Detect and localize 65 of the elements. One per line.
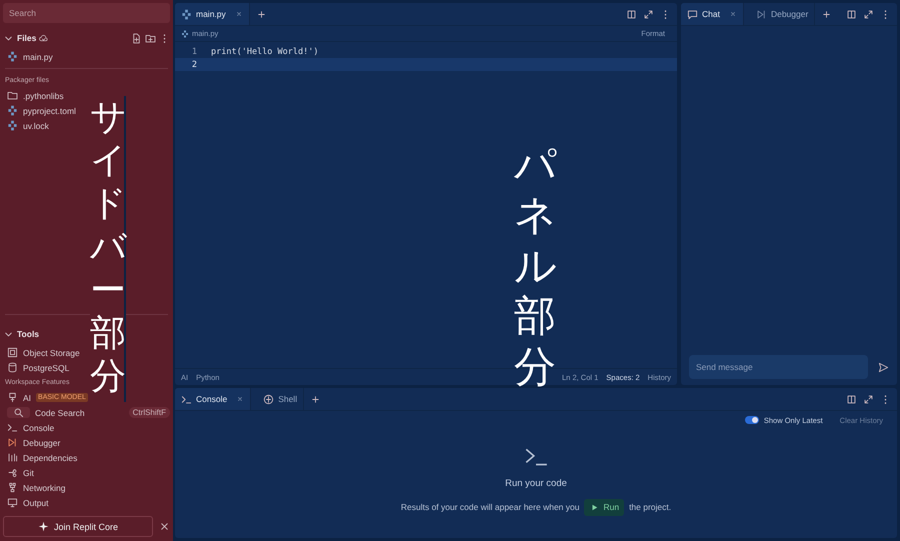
message-field[interactable]: Send message	[689, 355, 868, 379]
line-number: 1	[190, 46, 198, 56]
join-button[interactable]: Join Replit Core	[3, 516, 153, 537]
add-tab-icon[interactable]	[310, 394, 322, 404]
files-heading: Files	[17, 33, 36, 43]
expand-icon[interactable]	[863, 394, 874, 404]
network-icon	[7, 482, 18, 493]
empty-title: Run your code	[505, 478, 567, 488]
annotation-label: サイドバー部分	[90, 96, 126, 402]
shortcut-hint: CtrlShiftF	[128, 407, 170, 418]
folder-icon	[7, 90, 18, 101]
add-tab-icon[interactable]	[256, 8, 267, 20]
debug-icon	[7, 437, 18, 448]
python-file-icon	[7, 51, 18, 62]
python-file-icon	[7, 105, 18, 116]
split-icon[interactable]	[626, 8, 637, 20]
file-tab[interactable]: main.py	[175, 3, 250, 25]
close-icon[interactable]	[236, 395, 244, 403]
tool-item[interactable]: Console	[3, 420, 170, 435]
sparkle-icon	[38, 521, 49, 532]
add-tab-icon[interactable]	[821, 8, 832, 20]
bars-icon	[7, 452, 18, 463]
close-icon[interactable]	[728, 10, 737, 18]
panel-tab[interactable]: Console	[175, 388, 252, 410]
chat-icon	[687, 8, 698, 20]
expand-icon[interactable]	[863, 8, 874, 20]
new-file-icon[interactable]	[131, 32, 142, 44]
line-number: 2	[190, 60, 198, 70]
close-icon[interactable]	[159, 521, 170, 532]
tool-item[interactable]: Output	[3, 495, 170, 510]
tool-item[interactable]: Networking	[3, 480, 170, 495]
tool-item[interactable]: Debugger	[3, 435, 170, 450]
expand-icon[interactable]	[643, 8, 654, 20]
panel-tab[interactable]: Debugger	[750, 3, 816, 25]
python-file-icon	[181, 30, 189, 38]
debug-icon	[756, 8, 767, 20]
search-icon	[7, 407, 30, 418]
storage-icon	[7, 347, 18, 358]
empty-message: Results of your code will appear here when you	[400, 502, 580, 512]
toggle-switch[interactable]	[744, 416, 759, 424]
cloud-check-icon	[39, 34, 48, 42]
monitor-icon	[7, 497, 18, 508]
close-icon[interactable]	[234, 10, 243, 18]
python-file-icon	[7, 120, 18, 131]
code-text: print('Hello World!')	[211, 46, 318, 56]
empty-message: the project.	[629, 502, 672, 512]
tools-heading: Tools	[17, 329, 40, 339]
split-icon[interactable]	[846, 8, 857, 20]
file-item[interactable]: main.py	[3, 49, 170, 64]
tool-item[interactable]: Git	[3, 465, 170, 480]
split-icon[interactable]	[846, 394, 857, 404]
python-file-icon	[181, 8, 192, 20]
git-icon	[7, 467, 18, 478]
search-field[interactable]: Search	[3, 3, 170, 23]
database-icon	[7, 362, 18, 373]
tool-item[interactable]: Dependencies	[3, 450, 170, 465]
annotation-label: パネル部分	[514, 140, 558, 393]
panel-tab[interactable]: Chat	[681, 3, 744, 25]
run-button[interactable]: Run	[584, 498, 624, 516]
new-folder-icon[interactable]	[145, 32, 156, 44]
terminal-icon	[7, 422, 18, 433]
send-icon[interactable]	[878, 362, 889, 372]
terminal-icon	[181, 394, 192, 404]
tool-item[interactable]: Code Search CtrlShiftF	[3, 405, 170, 420]
panel-tab[interactable]: Shell	[257, 388, 304, 410]
